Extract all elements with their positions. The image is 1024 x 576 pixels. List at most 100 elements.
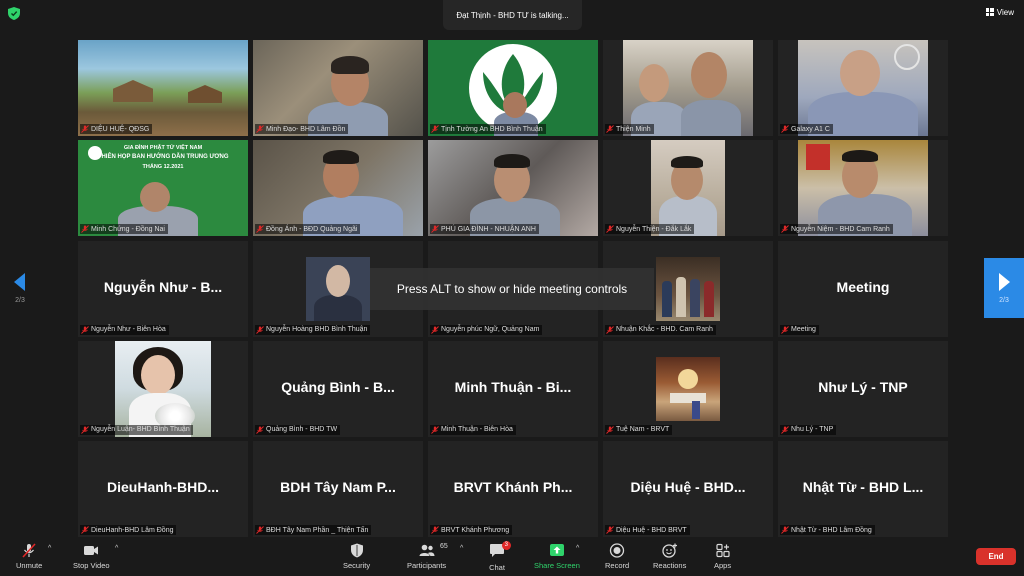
participants-icon <box>419 544 435 556</box>
participant-name: Galaxy A1 C <box>791 125 830 133</box>
mic-muted-icon <box>781 125 789 133</box>
participant-name: Nguyễn Như - Biên Hòa <box>91 326 166 333</box>
participant-tile[interactable]: BDH Tây Nam P... BĐH Tây Nam Phần _ Thiệ… <box>253 441 423 537</box>
mic-muted-icon <box>606 526 614 534</box>
overlay-profile-picture <box>306 257 370 321</box>
participant-name-label: Tuệ Nam - BRVT <box>605 424 673 435</box>
apps-button[interactable]: Apps <box>714 543 731 570</box>
arrow-right-icon <box>999 272 1010 291</box>
shield-icon <box>350 543 363 558</box>
mic-muted-icon <box>606 125 614 133</box>
security-shield-icon[interactable] <box>8 7 20 20</box>
mic-muted-icon <box>431 526 439 534</box>
mic-muted-icon <box>781 425 789 434</box>
participant-tile[interactable]: GIA ĐÌNH PHẬT TỬ VIỆT NAM PHIÊN HỌP BAN … <box>78 140 248 237</box>
participant-display-name: Quảng Bình - B... <box>281 378 395 395</box>
participant-name-label: Diệu Huệ - BHD BRVT <box>605 525 690 535</box>
participant-tile[interactable]: Minh Đạo- BHD Lâm Đồn <box>253 40 423 136</box>
participant-display-name: Diệu Huệ - BHD... <box>630 479 746 495</box>
participant-profile-picture <box>656 256 720 321</box>
participant-name-label: Nguyễn Như - Biên Hòa <box>80 324 169 335</box>
participant-tile[interactable]: BRVT Khánh Ph... BRVT Khánh Phương <box>428 441 598 537</box>
participant-tile[interactable]: Nguyễn Niệm - BHD Cam Ranh <box>778 140 948 237</box>
participant-tile[interactable]: Đồng Ánh - BĐD Quảng Ngãi <box>253 140 423 237</box>
participant-tile[interactable]: Meeting Meeting <box>778 240 948 337</box>
record-label: Record <box>605 561 630 570</box>
unmute-button[interactable]: Unmute <box>16 543 42 570</box>
participant-tile[interactable]: Nguyễn Thiện - Đắk Lắk <box>603 140 773 237</box>
participant-name-label: Nguyễn Hoàng BHD Bình Thuận <box>255 324 371 335</box>
participant-video <box>253 140 423 237</box>
participant-tile[interactable]: Như Lý - TNP Nhu Lý - TNP <box>778 340 948 437</box>
share-screen-button[interactable]: Share Screen <box>534 543 580 570</box>
participant-name: Nguyễn Hoàng BHD Bình Thuận <box>266 326 368 333</box>
participant-tile[interactable]: Nhật Từ - BHD L... Nhật Từ - BHD Lâm Đồn… <box>778 441 948 537</box>
participant-video <box>428 140 598 237</box>
participant-tile[interactable]: Diệu Huệ - BHD... Diệu Huệ - BHD BRVT <box>603 441 773 537</box>
participant-name: Diệu Huệ - BHD BRVT <box>616 526 687 534</box>
mic-muted-icon <box>431 225 439 234</box>
participant-tile[interactable]: DIỆU HUỆ- QĐSG <box>78 40 248 136</box>
participant-name: Tịnh Tường An BHD Bình Thuận <box>441 125 543 133</box>
participant-display-name: Nhật Từ - BHD L... <box>802 479 924 495</box>
participant-name: Minh Chứng - Đồng Nai <box>91 225 165 233</box>
participant-tile[interactable]: Nguyễn Luận- BHD Bình Thuận <box>78 340 248 437</box>
mic-muted-icon <box>81 325 89 334</box>
participant-tile[interactable]: Thiện Minh <box>603 40 773 136</box>
participant-name-label: PHÚ GIA ĐÌNH - NHUẬN ANH <box>430 224 539 235</box>
participant-name-label: Nguyễn Luận- BHD Bình Thuận <box>80 424 193 435</box>
participant-tile[interactable]: DieuHanh-BHD... DieuHanh-BHD Lâm Đồng <box>78 441 248 537</box>
participant-name-label: Minh Chứng - Đồng Nai <box>80 224 168 235</box>
participants-options-caret-icon[interactable]: ^ <box>460 545 463 552</box>
stop-video-label: Stop Video <box>73 561 110 570</box>
participants-label: Participants <box>407 561 447 570</box>
view-button[interactable]: View <box>982 5 1018 19</box>
stop-video-button[interactable]: Stop Video <box>73 543 110 570</box>
mic-muted-icon <box>431 425 439 434</box>
participant-tile[interactable]: Quảng Bình - B... Quảng Bình - BHD TW <box>253 340 423 437</box>
share-options-caret-icon[interactable]: ^ <box>576 545 579 552</box>
participant-display-name: Như Lý - TNP <box>818 378 908 395</box>
mic-muted-icon <box>256 425 264 434</box>
participant-name-label: Nguyễn Niệm - BHD Cam Ranh <box>780 224 893 235</box>
active-speaker-text: Đạt Thịnh - BHD TƯ is talking... <box>456 10 569 20</box>
banner-line-3: THÁNG 12.2021 <box>142 164 184 171</box>
participant-tile[interactable]: Tuệ Nam - BRVT <box>603 340 773 437</box>
mic-muted-icon <box>606 425 614 434</box>
participant-name: PHÚ GIA ĐÌNH - NHUẬN ANH <box>441 225 536 233</box>
meeting-controls-hint: Press ALT to show or hide meeting contro… <box>370 268 654 310</box>
mic-muted-icon <box>431 125 439 133</box>
participant-name: Nhu Lý - TNP <box>791 426 834 434</box>
participant-video <box>78 40 248 136</box>
previous-page-button[interactable]: 2/3 <box>0 258 40 318</box>
next-page-button[interactable]: 2/3 <box>984 258 1024 318</box>
video-options-caret-icon[interactable]: ^ <box>115 545 118 552</box>
end-meeting-button[interactable]: End <box>976 548 1016 565</box>
audio-options-caret-icon[interactable]: ^ <box>48 545 51 552</box>
participant-tile[interactable]: Galaxy A1 C <box>778 40 948 136</box>
mic-muted-icon <box>781 526 789 534</box>
participant-name: Nguyễn Thiện - Đắk Lắk <box>616 225 692 233</box>
participants-count: 65 <box>440 543 448 550</box>
mic-muted-icon <box>606 325 614 334</box>
reactions-button[interactable]: Reactions <box>653 543 686 570</box>
participant-tile[interactable]: Minh Thuận - Bi... Minh Thuận - Biên Hòa <box>428 340 598 437</box>
banner-line-2: PHIÊN HỌP BAN HƯỚNG DẪN TRUNG ƯƠNG <box>97 154 229 161</box>
grid-view-icon <box>985 8 994 16</box>
security-button[interactable]: Security <box>343 543 370 570</box>
participant-tile[interactable]: Nguyễn Như - B... Nguyễn Như - Biên Hòa <box>78 240 248 337</box>
record-button[interactable]: Record <box>605 543 629 570</box>
participant-name-label: Nguyễn phúc Ngữ, Quảng Nam <box>430 324 543 335</box>
participant-tile[interactable]: Tịnh Tường An BHD Bình Thuận <box>428 40 598 136</box>
page-indicator-right: 2/3 <box>999 296 1009 304</box>
chat-button[interactable]: 3 Chat <box>489 541 511 572</box>
apps-label: Apps <box>714 561 732 570</box>
participant-tile[interactable]: PHÚ GIA ĐÌNH - NHUẬN ANH <box>428 140 598 237</box>
participant-display-name: BDH Tây Nam P... <box>280 479 396 495</box>
participant-video <box>651 140 725 237</box>
record-icon <box>609 543 625 558</box>
participant-video <box>798 140 928 237</box>
participant-display-name: Minh Thuận - Bi... <box>454 378 572 395</box>
participant-name: BĐH Tây Nam Phần _ Thiện Tấn <box>266 526 369 534</box>
participant-name-label: Đồng Ánh - BĐD Quảng Ngãi <box>255 224 361 235</box>
